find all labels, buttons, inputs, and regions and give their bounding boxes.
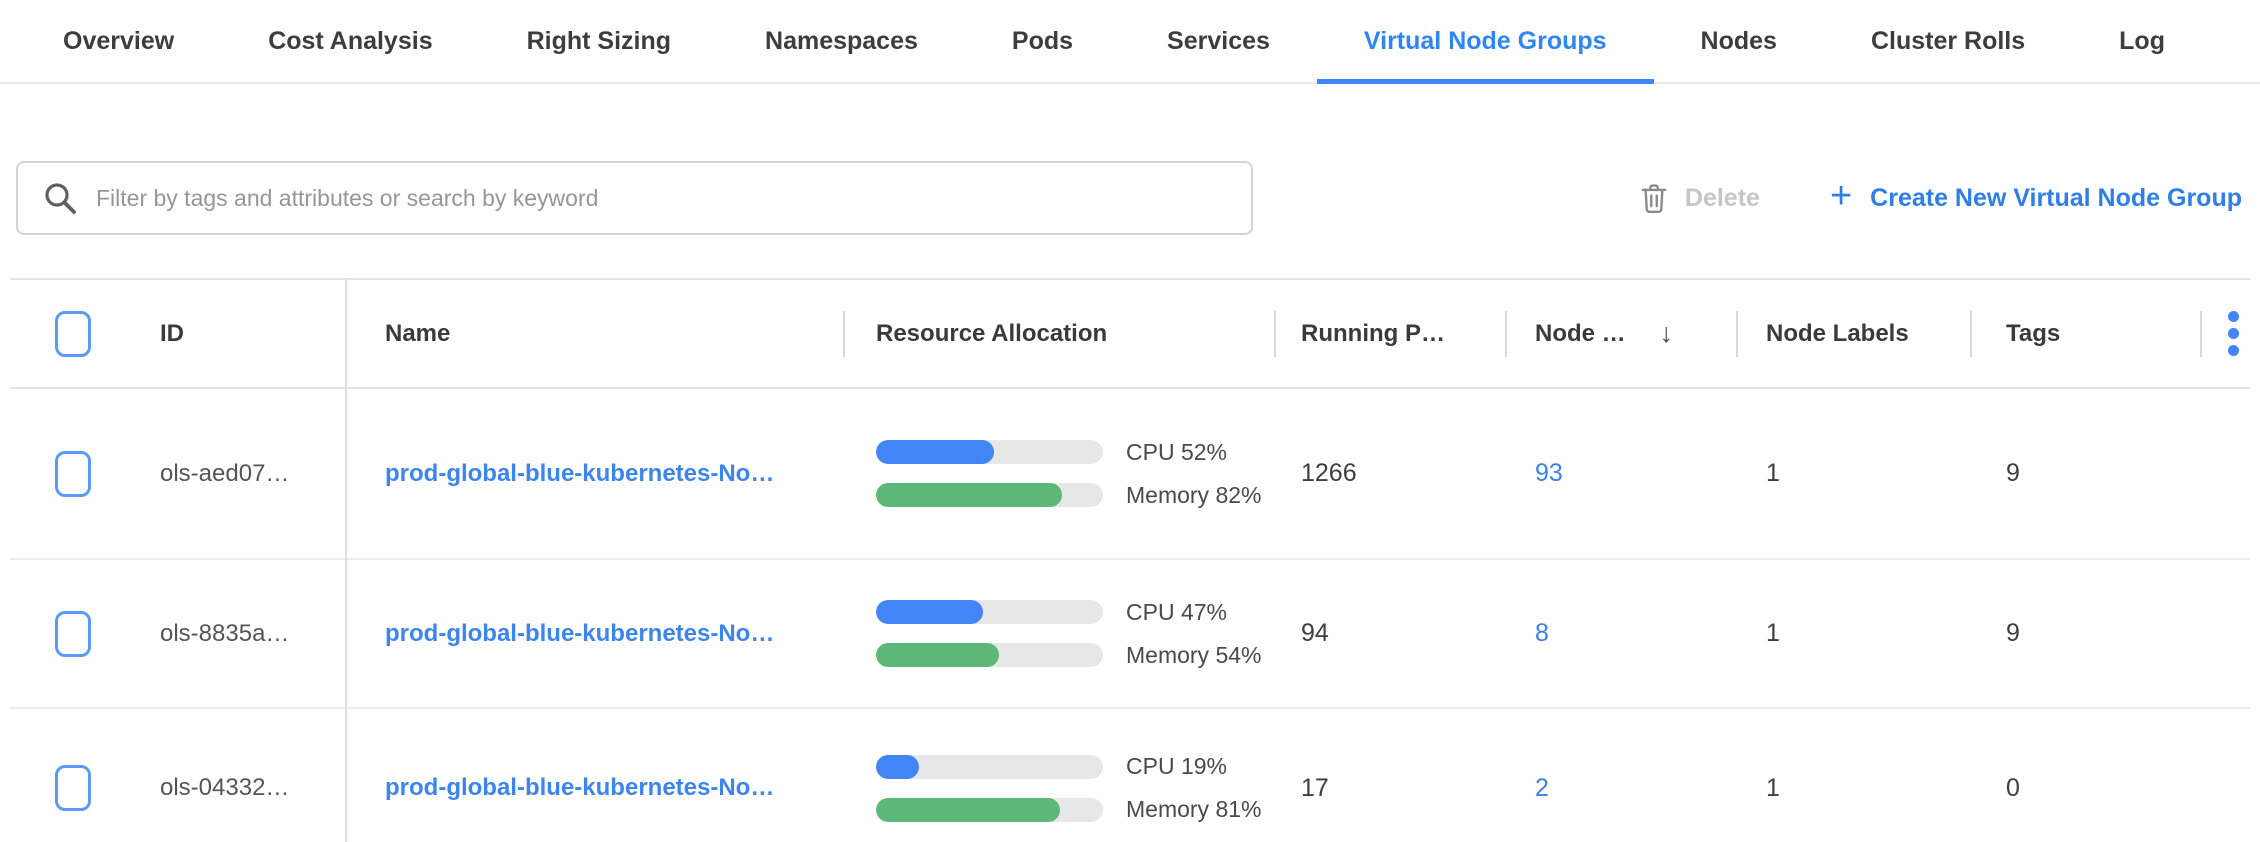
column-header-tags[interactable]: Tags: [1970, 280, 2200, 387]
running-pods-count: 94: [1301, 619, 1329, 648]
search-icon: [42, 180, 78, 216]
column-header-resource-allocation[interactable]: Resource Allocation: [843, 280, 1274, 387]
tab-overview[interactable]: Overview: [16, 0, 221, 82]
tab-namespaces[interactable]: Namespaces: [718, 0, 965, 82]
resource-allocation: CPU 47% Memory 54%: [876, 599, 1261, 669]
cpu-bar: [876, 755, 1103, 779]
tab-services[interactable]: Services: [1120, 0, 1317, 82]
running-pods-count: 1266: [1301, 459, 1357, 488]
vng-id: ols-8835a…: [160, 620, 289, 648]
resource-allocation: CPU 19% Memory 81%: [876, 753, 1261, 823]
delete-label: Delete: [1685, 184, 1760, 213]
create-label: Create New Virtual Node Group: [1870, 184, 2242, 213]
column-header-nodes[interactable]: Node … ↓: [1505, 280, 1736, 387]
vng-name-link[interactable]: prod-global-blue-kubernetes-No…: [385, 460, 774, 488]
search-field[interactable]: [16, 161, 1253, 235]
tab-bar: Overview Cost Analysis Right Sizing Name…: [0, 0, 2260, 84]
column-settings-cell: [2200, 280, 2260, 387]
tags-count: 0: [2006, 774, 2020, 803]
trash-icon: [1639, 181, 1669, 215]
cpu-label: CPU 47%: [1126, 599, 1227, 626]
search-input[interactable]: [96, 185, 1231, 212]
plus-icon: +: [1830, 177, 1852, 215]
delete-button[interactable]: Delete: [1639, 181, 1760, 215]
running-pods-count: 17: [1301, 774, 1329, 803]
node-labels-count: 1: [1766, 774, 1780, 803]
tags-count: 9: [2006, 459, 2020, 488]
memory-label: Memory 81%: [1126, 796, 1261, 823]
cpu-label: CPU 52%: [1126, 439, 1227, 466]
node-labels-count: 1: [1766, 459, 1780, 488]
vng-name-link[interactable]: prod-global-blue-kubernetes-No…: [385, 774, 774, 802]
sort-desc-icon[interactable]: ↓: [1660, 318, 1674, 349]
create-virtual-node-group-button[interactable]: + Create New Virtual Node Group: [1830, 181, 2242, 215]
tab-right-sizing[interactable]: Right Sizing: [480, 0, 718, 82]
tab-nodes[interactable]: Nodes: [1654, 0, 1824, 82]
row-checkbox[interactable]: [55, 451, 91, 497]
nodes-count-link[interactable]: 2: [1535, 774, 1549, 803]
row-checkbox[interactable]: [55, 611, 91, 657]
tags-count: 9: [2006, 619, 2020, 648]
column-header-running-pods[interactable]: Running P…: [1274, 280, 1505, 387]
tab-virtual-node-groups[interactable]: Virtual Node Groups: [1317, 0, 1654, 82]
vng-id: ols-aed07…: [160, 460, 289, 488]
memory-bar: [876, 798, 1103, 822]
cpu-label: CPU 19%: [1126, 753, 1227, 780]
nodes-count-link[interactable]: 93: [1535, 459, 1563, 488]
memory-label: Memory 82%: [1126, 482, 1261, 509]
column-header-id[interactable]: ID: [140, 280, 345, 387]
tab-cost-analysis[interactable]: Cost Analysis: [221, 0, 479, 82]
memory-bar: [876, 483, 1103, 507]
vng-name-link[interactable]: prod-global-blue-kubernetes-No…: [385, 620, 774, 648]
column-header-nodes-label: Node …: [1535, 320, 1626, 348]
table-row: ols-8835a… prod-global-blue-kubernetes-N…: [10, 560, 2250, 709]
tab-log[interactable]: Log: [2072, 0, 2212, 82]
toolbar: Delete + Create New Virtual Node Group: [0, 161, 2260, 235]
vng-id: ols-04332…: [160, 774, 289, 802]
cpu-bar: [876, 440, 1103, 464]
memory-label: Memory 54%: [1126, 642, 1261, 669]
node-labels-count: 1: [1766, 619, 1780, 648]
cpu-bar: [876, 600, 1103, 624]
tab-pods[interactable]: Pods: [965, 0, 1120, 82]
column-header-node-labels[interactable]: Node Labels: [1736, 280, 1970, 387]
column-header-name[interactable]: Name: [345, 280, 843, 387]
table-header-row: ID Name Resource Allocation Running P… N…: [10, 278, 2250, 389]
memory-bar: [876, 643, 1103, 667]
table-row: ols-aed07… prod-global-blue-kubernetes-N…: [10, 389, 2250, 560]
table-row: ols-04332… prod-global-blue-kubernetes-N…: [10, 709, 2250, 842]
row-checkbox[interactable]: [55, 765, 91, 811]
tab-cluster-rolls[interactable]: Cluster Rolls: [1824, 0, 2072, 82]
kebab-menu-icon[interactable]: [2228, 311, 2239, 356]
nodes-count-link[interactable]: 8: [1535, 619, 1549, 648]
virtual-node-groups-table: ID Name Resource Allocation Running P… N…: [10, 278, 2250, 842]
select-all-checkbox[interactable]: [55, 311, 91, 357]
resource-allocation: CPU 52% Memory 82%: [876, 439, 1261, 509]
